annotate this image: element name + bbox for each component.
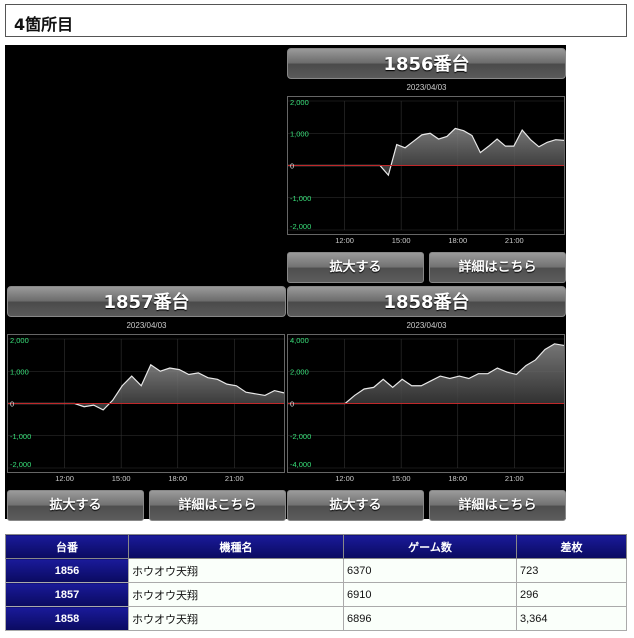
expand-button[interactable]: 拡大する [287,490,424,521]
y-tick-label: 1,000 [290,129,309,138]
col-header-games: ゲーム数 [343,534,517,559]
x-tick-label: 15:00 [392,474,411,483]
col-header-model: 機種名 [128,534,344,559]
cell-diff: 3,364 [516,606,627,631]
cell-model: ホウオウ天翔 [128,558,344,583]
detail-button[interactable]: 詳細はこちら [149,490,286,521]
y-tick-label: 0 [10,400,14,409]
cell-diff: 296 [516,582,627,607]
slump-graph: 4,000 2,000 0 -2,000 -4,000 12:00 15:00 18:00 21… [287,334,565,486]
col-header-diff: 差枚 [516,534,627,559]
cell-number[interactable]: 1856 [5,558,129,583]
y-tick-label: 2,000 [290,367,309,376]
x-tick-label: 18:00 [448,474,467,483]
cell-number[interactable]: 1857 [5,582,129,607]
cell-games: 6910 [343,582,517,607]
graph-board: 1856番台 2023/04/03 2,000 1,000 0 -1,000 -2,00… [5,45,566,521]
panel-date: 2023/04/03 [406,321,447,330]
detail-button[interactable]: 詳細はこちら [429,490,566,521]
x-tick-label: 12:00 [335,474,354,483]
panel-title: 1858番台 [287,286,566,317]
x-tick-label: 15:00 [112,474,131,483]
y-tick-label: 1,000 [10,367,29,376]
y-tick-label: -1,000 [290,194,311,203]
cell-games: 6896 [343,606,517,631]
y-tick-label: -2,000 [290,432,311,441]
y-tick-label: 4,000 [290,336,309,345]
table-row: 1856 ホウオウ天翔 6370 723 [5,558,627,583]
panel-1857: 1857番台 2023/04/03 2,000 1,000 0 -1,000 -2,00… [7,286,286,521]
x-tick-label: 18:00 [448,236,467,245]
slump-graph: 2,000 1,000 0 -1,000 -2,000 12:00 15:00 18:00 21… [7,334,285,486]
table-header-row: 台番 機種名 ゲーム数 差枚 [5,534,627,559]
panel-1856: 1856番台 2023/04/03 2,000 1,000 0 -1,000 -2,00… [287,48,566,283]
y-tick-label: 2,000 [290,98,309,107]
y-tick-label: 2,000 [10,336,29,345]
y-tick-label: -2,000 [290,222,311,231]
x-tick-label: 12:00 [55,474,74,483]
x-tick-label: 12:00 [335,236,354,245]
y-tick-label: -4,000 [290,460,311,469]
x-tick-label: 18:00 [168,474,187,483]
slump-graph: 2,000 1,000 0 -1,000 -2,000 12:00 15:00 18:00 21… [287,96,565,248]
cell-number[interactable]: 1858 [5,606,129,631]
table-row: 1857 ホウオウ天翔 6910 296 [5,582,627,607]
y-tick-label: 0 [290,162,294,171]
panel-1858: 1858番台 2023/04/03 4,000 2,000 0 -2,000 -4,00… [287,286,566,521]
expand-button[interactable]: 拡大する [7,490,144,521]
x-tick-label: 21:00 [505,474,524,483]
detail-button[interactable]: 詳細はこちら [429,252,566,283]
y-tick-label: -2,000 [10,460,31,469]
y-tick-label: -1,000 [10,432,31,441]
cell-diff: 723 [516,558,627,583]
panel-date: 2023/04/03 [406,83,447,92]
y-tick-label: 0 [290,400,294,409]
panel-title: 1857番台 [7,286,286,317]
x-tick-label: 21:00 [225,474,244,483]
table-row: 1858 ホウオウ天翔 6896 3,364 [5,606,627,631]
section-title: 4箇所目 [5,4,627,37]
cell-model: ホウオウ天翔 [128,606,344,631]
x-tick-label: 21:00 [505,236,524,245]
machine-table: 台番 機種名 ゲーム数 差枚 1856 ホウオウ天翔 6370 723 1857… [5,534,627,631]
panel-date: 2023/04/03 [126,321,167,330]
cell-model: ホウオウ天翔 [128,582,344,607]
x-tick-label: 15:00 [392,236,411,245]
cell-games: 6370 [343,558,517,583]
panel-title: 1856番台 [287,48,566,79]
expand-button[interactable]: 拡大する [287,252,424,283]
col-header-number: 台番 [5,534,129,559]
